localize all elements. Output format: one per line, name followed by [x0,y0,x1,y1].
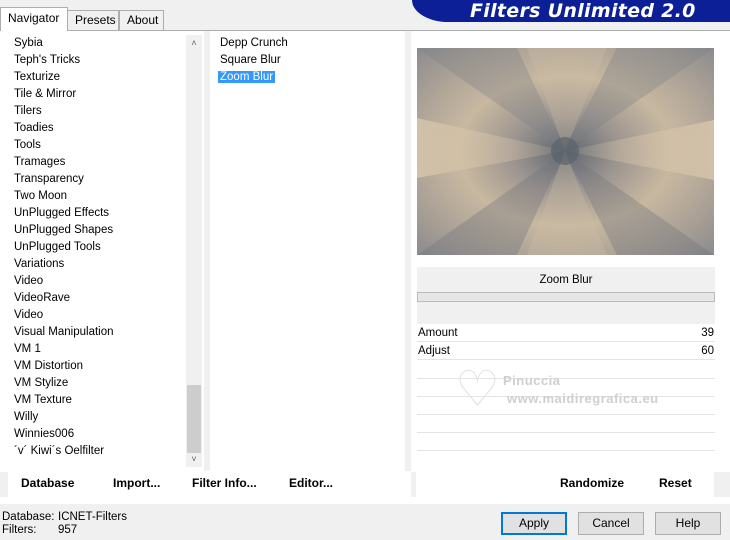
filter-item-label: Zoom Blur [218,71,276,83]
category-item[interactable]: UnPlugged Shapes [8,222,204,239]
param-row-empty [417,432,715,433]
progress-bar [417,292,715,302]
filter-item[interactable]: Zoom Blur [214,69,410,86]
category-item[interactable]: Willy [8,409,204,426]
title-banner: Filters Unlimited 2.0 [412,0,730,22]
command-bar: Database Import... Filter Info... Editor… [0,472,730,497]
editor-button[interactable]: Editor... [289,476,333,490]
apply-button[interactable]: Apply [501,512,567,535]
scroll-up-icon[interactable]: ˄ [186,35,202,51]
category-item[interactable]: Sybia [8,35,204,52]
category-item[interactable]: Variations [8,256,204,273]
database-label: Database: [2,511,55,523]
database-value: ICNET-Filters [58,511,127,523]
category-item[interactable]: Teph's Tricks [8,52,204,69]
category-item[interactable]: Transparency [8,171,204,188]
help-button[interactable]: Help [655,512,721,535]
filter-item-label: Depp Crunch [220,37,288,49]
param-value[interactable]: 60 [701,342,714,360]
category-item[interactable]: Tramages [8,154,204,171]
tab-bar: Navigator Presets About [0,6,420,31]
heart-icon: ♡ [455,361,500,417]
category-item[interactable]: Tools [8,137,204,154]
params-header [417,302,715,324]
filter-list[interactable]: Depp Crunch Square Blur Zoom Blur [214,35,410,467]
randomize-button[interactable]: Randomize [560,476,624,490]
category-item[interactable]: VideoRave [8,290,204,307]
category-item[interactable]: VM Distortion [8,358,204,375]
category-item[interactable]: VM Stylize [8,375,204,392]
filter-item[interactable]: Depp Crunch [214,35,410,52]
category-item[interactable]: Tile & Mirror [8,86,204,103]
category-item[interactable]: Visual Manipulation [8,324,204,341]
tab-about[interactable]: About [119,10,164,30]
category-item[interactable]: UnPlugged Effects [8,205,204,222]
param-adjust[interactable]: Adjust 60 [417,342,715,360]
filter-item-label: Square Blur [220,54,281,66]
import-button[interactable]: Import... [113,476,160,490]
zoom-blur-preview [417,48,714,255]
filters-count: 957 [58,524,78,536]
divider [204,31,210,471]
category-item[interactable]: Winnies006 [8,426,204,443]
param-amount[interactable]: Amount 39 [417,324,715,342]
watermark-url: www.maidiregrafica.eu [507,391,659,406]
tab-presets[interactable]: Presets [67,10,119,30]
category-list[interactable]: Sybia Teph's Tricks Texturize Tile & Mirror… [8,35,204,467]
category-item[interactable]: Texturize [8,69,204,86]
cancel-button[interactable]: Cancel [578,512,644,535]
main-panel: Sybia Teph's Tricks Texturize Tile & Mirror… [0,30,730,504]
category-item[interactable]: Video [8,273,204,290]
param-label: Adjust [418,345,450,357]
database-button[interactable]: Database [21,476,74,490]
preview-panel: Zoom Blur Amount 39 Adjust 60 ♡ Pinuccia… [411,31,730,471]
param-row-empty [417,450,715,451]
param-label: Amount [418,327,458,339]
category-item[interactable]: Tilers [8,103,204,120]
footer: Database: ICNET-Filters Filters: 957 Apply… [0,504,730,540]
category-scrollbar[interactable]: ˄ ˅ [186,35,202,467]
category-item[interactable]: VM 1 [8,341,204,358]
tab-navigator[interactable]: Navigator [0,7,68,31]
filter-item[interactable]: Square Blur [214,52,410,69]
filter-name-label: Zoom Blur [417,267,715,293]
category-item[interactable]: Two Moon [8,188,204,205]
filters-label: Filters: [2,524,37,536]
watermark-name: Pinuccia [503,373,561,388]
category-item[interactable]: VM Texture [8,392,204,409]
preview-image [417,48,714,255]
app-title: Filters Unlimited 2.0 [470,0,696,22]
category-item[interactable]: Video [8,307,204,324]
param-value[interactable]: 39 [701,324,714,342]
database-info: Database: ICNET-Filters Filters: 957 [2,511,127,537]
reset-button[interactable]: Reset [659,476,692,490]
category-item[interactable]: Toadies [8,120,204,137]
scroll-thumb[interactable] [187,385,201,453]
command-bar-left: Database Import... Filter Info... Editor… [8,472,411,497]
filter-info-button[interactable]: Filter Info... [192,476,257,490]
category-item[interactable]: ´v´ Kiwi´s Oelfilter [8,443,204,460]
category-item[interactable]: UnPlugged Tools [8,239,204,256]
command-bar-right: Randomize Reset [416,472,714,497]
scroll-down-icon[interactable]: ˅ [186,451,202,467]
